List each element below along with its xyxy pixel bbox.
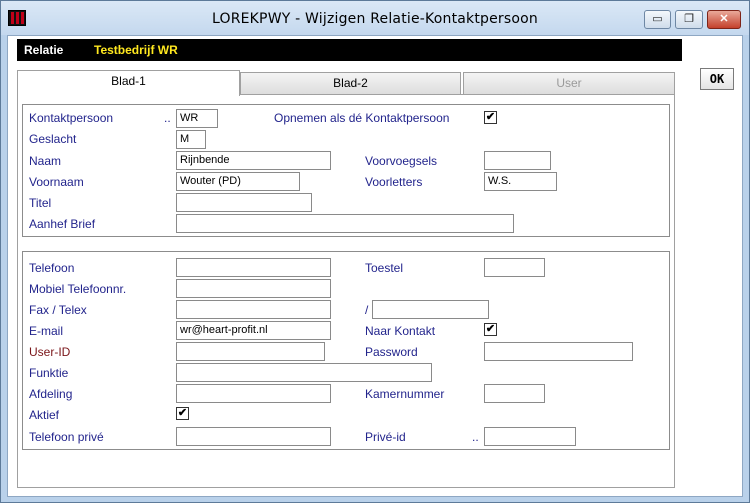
tab-blad-1[interactable]: Blad-1 [17,70,240,96]
tab-strip: Blad-1 Blad-2 User [17,70,675,96]
fax-field[interactable] [176,300,331,319]
toestel-label: Toestel [365,261,404,275]
title-bar[interactable]: LOREKPWY - Wijzigen Relatie-Kontaktperso… [1,1,749,35]
close-button[interactable]: ✕ [707,10,741,29]
kontaktpersoon-label: Kontaktpersoon [29,111,114,125]
personal-info-group: Kontaktpersoon .. WR Opnemen als dé Kont… [22,104,670,237]
prive-id-field[interactable] [484,427,576,446]
voornaam-field[interactable]: Wouter (PD) [176,172,300,191]
tab-page-blad-1: Kontaktpersoon .. WR Opnemen als dé Kont… [17,94,675,488]
ok-button[interactable]: OK [700,68,734,90]
opnemen-label: Opnemen als dé Kontaktpersoon [274,111,450,125]
fax-extension-field[interactable] [372,300,489,319]
mobiel-field[interactable] [176,279,331,298]
telefoon-label: Telefoon [29,261,75,275]
client-area: Relatie Testbedrijf WR OK Blad-1 Blad-2 … [7,35,743,497]
titel-field[interactable] [176,193,312,212]
minimize-button[interactable]: ▭ [644,10,671,29]
kontaktpersoon-field[interactable]: WR [176,109,218,128]
email-field[interactable]: wr@heart-profit.nl [176,321,331,340]
contact-info-group: Telefoon Toestel Mobiel Telefoonnr. Fax … [22,251,670,450]
maximize-button[interactable]: ❐ [675,10,703,29]
voorvoegsels-label: Voorvoegsels [365,154,438,168]
afdeling-field[interactable] [176,384,331,403]
fax-slash-label: / [365,303,369,317]
mobiel-label: Mobiel Telefoonnr. [29,282,127,296]
email-label: E-mail [29,324,64,338]
aktief-checkbox[interactable]: ✔ [176,407,189,420]
kamernummer-label: Kamernummer [365,387,445,401]
geslacht-field[interactable]: M [176,130,206,149]
geslacht-label: Geslacht [29,132,77,146]
user-id-label: User-ID [29,345,71,359]
password-field[interactable] [484,342,633,361]
password-label: Password [365,345,418,359]
relatie-value: Testbedrijf WR [94,43,178,57]
prive-id-lookup-dots[interactable]: .. [472,430,479,444]
funktie-field[interactable] [176,363,432,382]
titel-label: Titel [29,196,52,210]
naar-kontakt-checkbox[interactable]: ✔ [484,323,497,336]
voorletters-field[interactable]: W.S. [484,172,557,191]
aanhef-brief-field[interactable] [176,214,514,233]
prive-id-label: Privé-id [365,430,406,444]
voorvoegsels-field[interactable] [484,151,551,170]
user-id-field[interactable] [176,342,325,361]
toestel-field[interactable] [484,258,545,277]
relatie-label: Relatie [24,43,64,57]
naam-field[interactable]: Rijnbende [176,151,331,170]
opnemen-checkbox[interactable]: ✔ [484,111,497,124]
telefoon-field[interactable] [176,258,331,277]
kontaktpersoon-lookup-dots[interactable]: .. [164,111,171,125]
kamernummer-field[interactable] [484,384,545,403]
tab-blad-2[interactable]: Blad-2 [240,72,461,95]
tab-user[interactable]: User [463,72,675,95]
telefoon-prive-label: Telefoon privé [29,430,104,444]
window-title: LOREKPWY - Wijzigen Relatie-Kontaktperso… [211,11,538,27]
funktie-label: Funktie [29,366,69,380]
naam-label: Naam [29,154,62,168]
voornaam-label: Voornaam [29,175,84,189]
aanhef-brief-label: Aanhef Brief [29,217,96,231]
afdeling-label: Afdeling [29,387,73,401]
telefoon-prive-field[interactable] [176,427,331,446]
relatie-bar: Relatie Testbedrijf WR [17,39,682,61]
application-window: LOREKPWY - Wijzigen Relatie-Kontaktperso… [0,0,750,503]
fax-label: Fax / Telex [29,303,87,317]
naar-kontakt-label: Naar Kontakt [365,324,436,338]
voorletters-label: Voorletters [365,175,423,189]
aktief-label: Aktief [29,408,60,422]
